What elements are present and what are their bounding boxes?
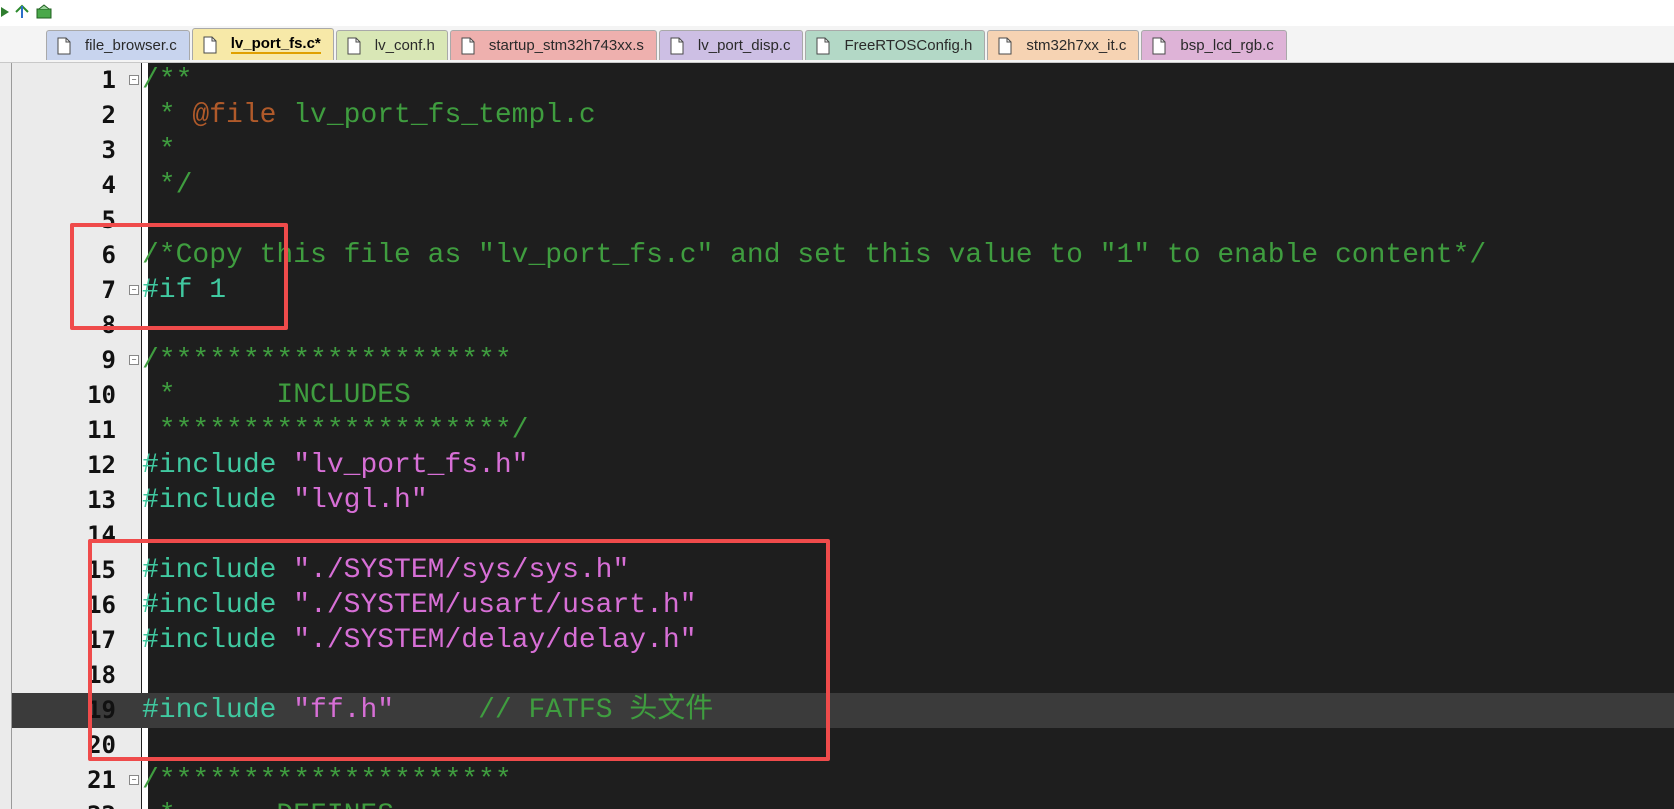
file-icon [347,37,361,55]
code-text: /** [142,63,192,98]
code-text: #include "lv_port_fs.h" [142,448,528,483]
code-text: * DEFINES [142,798,394,809]
code-line[interactable]: 22 * DEFINES [12,798,1674,809]
code-token: #include [142,485,294,516]
tab-lv-conf-h[interactable]: lv_conf.h [335,30,448,60]
code-token: /*Copy this file as "lv_port_fs.c" and s… [142,240,1487,271]
fold-toggle-icon[interactable]: − [129,355,139,365]
line-number: 4 [101,171,116,199]
file-icon [57,37,71,55]
tab-lv-port-disp-c[interactable]: lv_port_disp.c [658,30,804,60]
code-token: /** [142,65,193,96]
file-icon [670,37,684,55]
code-text: */ [142,168,193,203]
code-text: /*Copy this file as "lv_port_fs.c" and s… [142,238,1486,273]
code-line[interactable]: 2 * @file lv_port_fs_templ.c [12,98,1674,133]
tab-label: lv_port_disp.c [697,37,791,54]
code-token: * [142,135,176,166]
code-token: * DEFINES [142,800,394,809]
code-line[interactable]: 12 #include "lv_port_fs.h" [12,448,1674,483]
code-token: /********************* [142,765,512,796]
code-token: * INCLUDES [142,380,411,411]
code-line[interactable]: 9 −/********************* [12,343,1674,378]
toolbar [0,0,1674,26]
file-icon [461,37,475,55]
line-number: 22 [12,800,116,809]
code-token: */ [142,170,193,201]
line-number: 13 [87,486,116,514]
code-token: lv_port_fs_templ.c [276,100,596,131]
code-line[interactable]: 13 #include "lvgl.h" [12,483,1674,518]
tab-label: lv_conf.h [374,37,435,54]
fold-toggle-icon[interactable]: − [129,75,139,85]
line-number: 2 [101,101,116,129]
line-number: 10 [87,381,116,409]
code-token: "lv_port_fs.h" [293,450,529,481]
code-token: #include [142,450,294,481]
code-line[interactable]: 21 −/********************* [12,763,1674,798]
line-number: 1 [101,66,116,94]
tab-lv-port-fs-c[interactable]: lv_port_fs.c* [191,28,334,60]
code-text: * @file lv_port_fs_templ.c [142,98,596,133]
tab-label: FreeRTOSConfig.h [844,37,973,54]
build-icon[interactable] [34,2,54,22]
tab-label: startup_stm32h743xx.s [488,37,644,54]
code-text: * INCLUDES [142,378,411,413]
tab-freertosconfig-h[interactable]: FreeRTOSConfig.h [805,30,986,60]
tab-stm32h7xx-it-c[interactable]: stm32h7xx_it.c [987,30,1140,60]
tab-bar: file_browser.c lv_port_fs.c* lv_conf.h star… [0,26,1674,63]
code-line[interactable]: 3 * [12,133,1674,168]
editor-left-margin [0,63,12,809]
code-line[interactable]: 1 −/** [12,63,1674,98]
line-number: 11 [87,416,116,444]
code-text: *********************/ [142,413,529,448]
tab-file-browser-c[interactable]: file_browser.c [46,30,190,60]
code-token: /********************* [142,345,512,376]
file-icon [998,37,1012,55]
code-text: /********************* [142,763,512,798]
tab-label: file_browser.c [85,37,177,54]
file-icon [1152,37,1166,55]
file-icon [203,36,217,54]
code-token: * [142,100,193,131]
annotation-box-includes [88,539,830,761]
code-text: /********************* [142,343,512,378]
tab-label: stm32h7xx_it.c [1026,37,1127,54]
code-line[interactable]: 10 * INCLUDES [12,378,1674,413]
code-line[interactable]: 4 */ [12,168,1674,203]
tab-label: bsp_lcd_rgb.c [1180,37,1274,54]
annotation-box-if-directive [70,223,288,330]
line-number: 12 [87,451,116,479]
tab-startup-stm32h743xx-s[interactable]: startup_stm32h743xx.s [449,30,657,60]
line-number: 9 [101,346,116,374]
line-number: 3 [101,136,116,164]
code-token: *********************/ [142,415,529,446]
line-number: 21 [87,766,116,794]
code-line[interactable]: 11 *********************/ [12,413,1674,448]
fold-toggle-icon[interactable]: − [129,775,139,785]
compare-icon[interactable] [12,2,32,22]
code-token: @file [192,100,277,131]
tab-label: lv_port_fs.c* [230,35,321,54]
code-token: "lvgl.h" [293,485,428,516]
tab-bsp-lcd-rgb-c[interactable]: bsp_lcd_rgb.c [1141,30,1287,60]
code-text: #include "lvgl.h" [142,483,428,518]
code-text: * [142,133,176,168]
file-icon [816,37,830,55]
